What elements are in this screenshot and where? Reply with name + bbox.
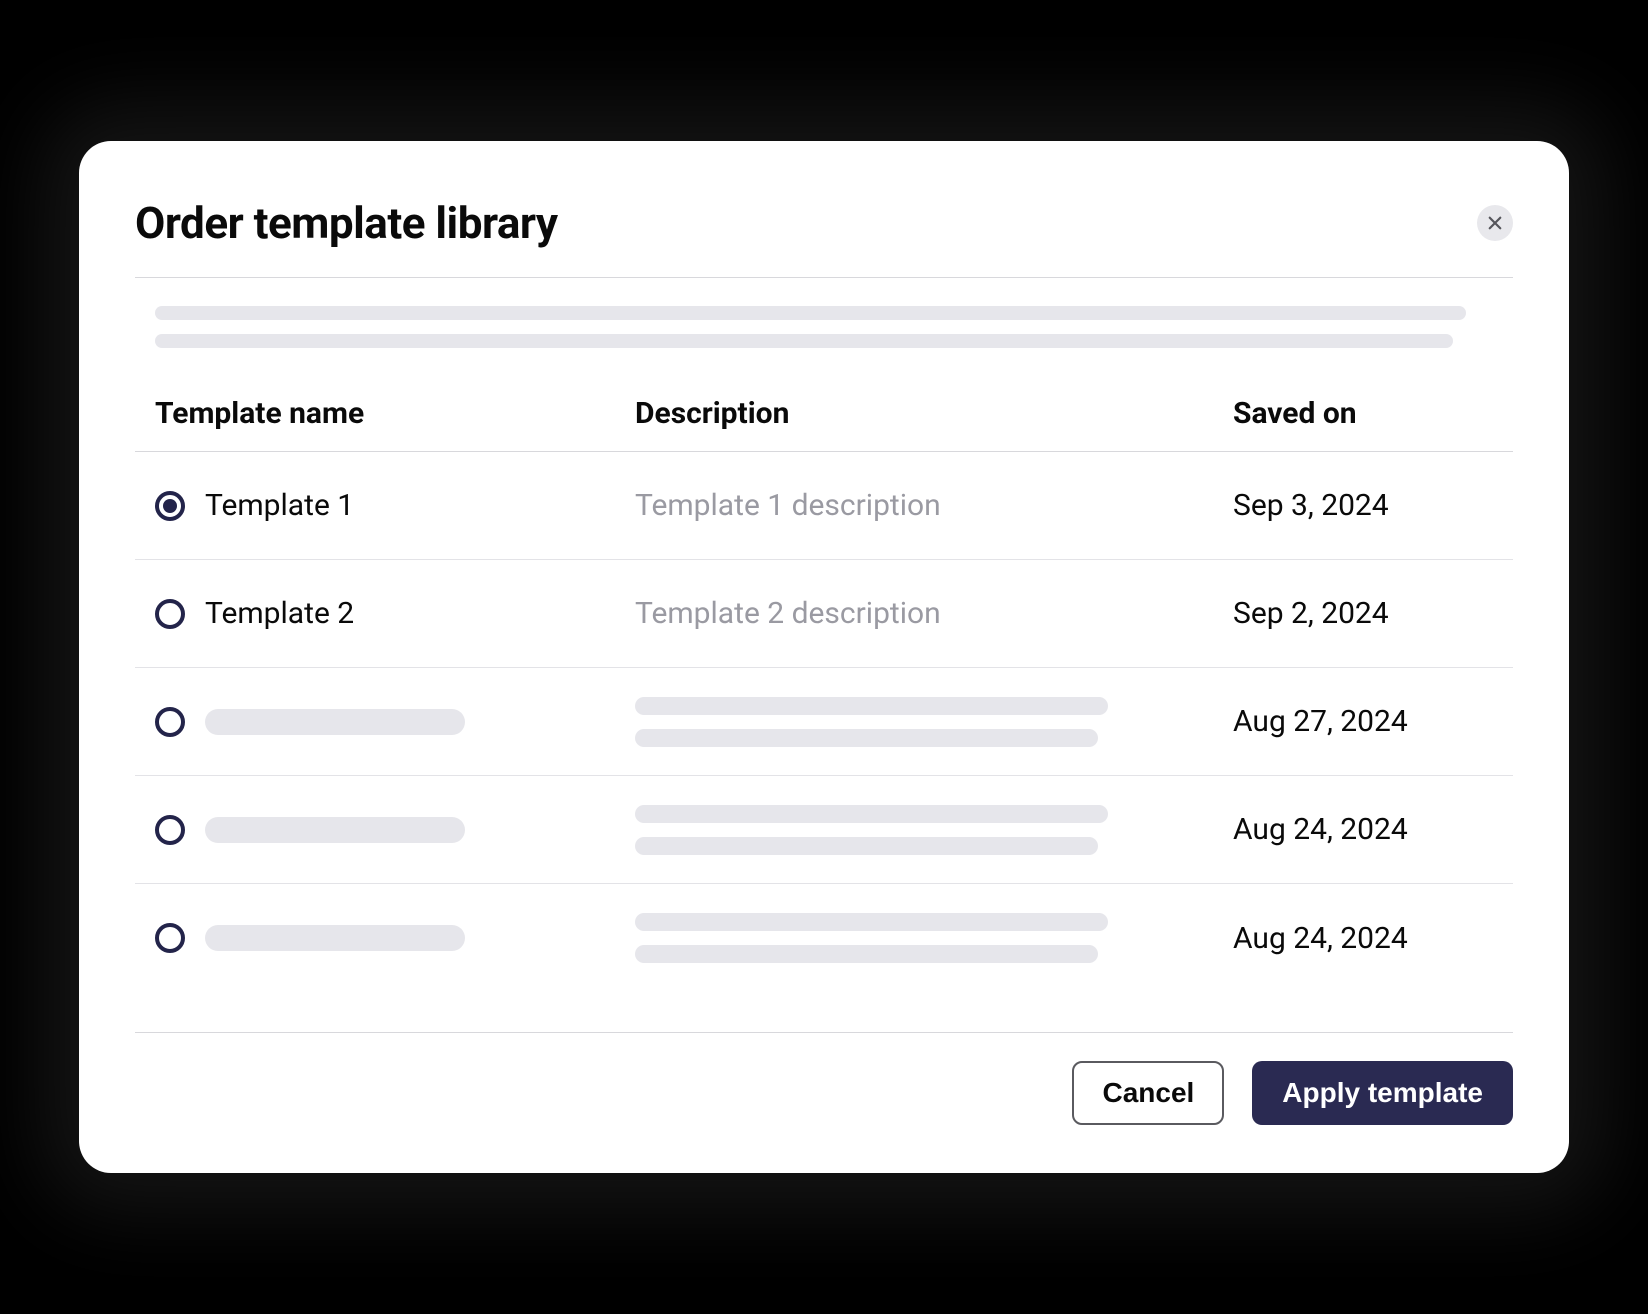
skeleton-line (635, 805, 1108, 823)
template-description-text: Template 1 description (635, 488, 941, 523)
skeleton-line (635, 913, 1108, 931)
skeleton-line (155, 306, 1466, 320)
column-header-name: Template name (155, 396, 635, 431)
template-description-text: Template 2 description (635, 596, 941, 631)
modal-footer: Cancel Apply template (135, 1032, 1513, 1125)
skeleton-line (635, 697, 1108, 715)
modal-title: Order template library (135, 197, 558, 249)
saved-date-text: Aug 24, 2024 (1233, 812, 1493, 847)
radio-button[interactable] (155, 707, 185, 737)
description-cell: Template 2 description (635, 596, 1233, 631)
name-cell (155, 923, 635, 953)
skeleton-line (635, 945, 1098, 963)
name-skeleton (205, 817, 465, 843)
template-name-text: Template 2 (205, 596, 354, 631)
radio-button[interactable] (155, 599, 185, 629)
table-row[interactable]: Aug 24, 2024 (135, 884, 1513, 992)
skeleton-line (635, 729, 1098, 747)
intro-skeleton (135, 278, 1513, 380)
cancel-button[interactable]: Cancel (1072, 1061, 1224, 1125)
close-button[interactable] (1477, 205, 1513, 241)
table-row[interactable]: Aug 27, 2024 (135, 668, 1513, 776)
table-row[interactable]: Template 2 Template 2 description Sep 2,… (135, 560, 1513, 668)
name-skeleton (205, 709, 465, 735)
table-row[interactable]: Template 1 Template 1 description Sep 3,… (135, 452, 1513, 560)
saved-date-text: Aug 27, 2024 (1233, 704, 1493, 739)
description-cell: Template 1 description (635, 488, 1233, 523)
name-skeleton (205, 925, 465, 951)
description-skeleton (635, 697, 1233, 747)
skeleton-line (155, 334, 1453, 348)
description-cell (635, 913, 1233, 963)
radio-button[interactable] (155, 815, 185, 845)
description-skeleton (635, 913, 1233, 963)
saved-date-text: Sep 2, 2024 (1233, 596, 1493, 631)
close-icon (1486, 214, 1504, 232)
template-name-text: Template 1 (205, 488, 354, 523)
name-cell (155, 707, 635, 737)
radio-button[interactable] (155, 923, 185, 953)
skeleton-line (635, 837, 1098, 855)
description-cell (635, 697, 1233, 747)
name-cell: Template 1 (155, 488, 635, 523)
name-cell (155, 815, 635, 845)
modal-header: Order template library (135, 197, 1513, 278)
name-cell: Template 2 (155, 596, 635, 631)
saved-date-text: Sep 3, 2024 (1233, 488, 1493, 523)
apply-template-button[interactable]: Apply template (1252, 1061, 1513, 1125)
description-skeleton (635, 805, 1233, 855)
column-header-saved: Saved on (1233, 396, 1493, 431)
column-header-description: Description (635, 396, 1233, 431)
table-row[interactable]: Aug 24, 2024 (135, 776, 1513, 884)
saved-date-text: Aug 24, 2024 (1233, 921, 1493, 956)
table-header: Template name Description Saved on (135, 380, 1513, 452)
description-cell (635, 805, 1233, 855)
template-table-body: Template 1 Template 1 description Sep 3,… (135, 452, 1513, 1032)
radio-button[interactable] (155, 491, 185, 521)
order-template-library-modal: Order template library Template name Des… (79, 141, 1569, 1173)
